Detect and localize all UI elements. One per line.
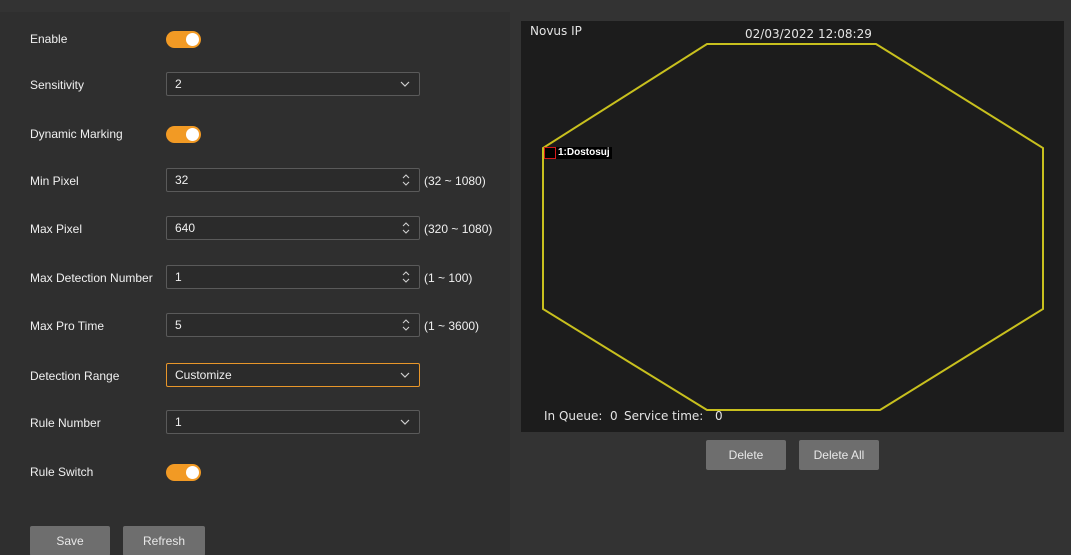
min-pixel-row: Min Pixel 32 (32 ~ 1080) bbox=[30, 168, 510, 194]
service-time-label: Service time: bbox=[624, 409, 704, 423]
settings-panel: Enable Sensitivity 2 Dynamic Marking Min… bbox=[0, 12, 510, 555]
rule-number-label: Rule Number bbox=[30, 416, 101, 430]
spinner-arrows-icon[interactable] bbox=[401, 170, 411, 190]
rule-number-select[interactable]: 1 bbox=[166, 410, 420, 434]
detection-region[interactable] bbox=[521, 21, 1064, 432]
service-time-value: 0 bbox=[715, 409, 723, 423]
save-button[interactable]: Save bbox=[30, 526, 110, 555]
rule-switch-label: Rule Switch bbox=[30, 465, 94, 479]
detection-range-value: Customize bbox=[175, 368, 232, 382]
max-pro-time-input[interactable]: 5 bbox=[166, 313, 420, 337]
max-pro-time-range: (1 ~ 3600) bbox=[424, 319, 480, 333]
toggle-knob bbox=[186, 466, 199, 479]
intrusion-settings-page: Enable Sensitivity 2 Dynamic Marking Min… bbox=[0, 0, 1071, 555]
detection-range-select[interactable]: Customize bbox=[166, 363, 420, 387]
detection-region-polygon[interactable] bbox=[542, 43, 1044, 411]
max-detection-number-row: Max Detection Number 1 (1 ~ 100) bbox=[30, 265, 510, 291]
rule-switch-row: Rule Switch bbox=[30, 459, 510, 485]
dynamic-marking-label: Dynamic Marking bbox=[30, 127, 123, 141]
rule-number-row: Rule Number 1 bbox=[30, 410, 510, 436]
enable-label: Enable bbox=[30, 32, 68, 46]
chevron-down-icon bbox=[400, 419, 410, 425]
queue-value: 0 bbox=[610, 409, 618, 423]
max-detection-number-value: 1 bbox=[175, 270, 182, 284]
sensitivity-row: Sensitivity 2 bbox=[30, 72, 510, 98]
max-pro-time-value: 5 bbox=[175, 318, 182, 332]
rule-switch-toggle[interactable] bbox=[166, 464, 201, 481]
max-detection-number-range: (1 ~ 100) bbox=[424, 271, 473, 285]
dynamic-marking-row: Dynamic Marking bbox=[30, 121, 510, 147]
detection-range-row: Detection Range Customize bbox=[30, 363, 510, 389]
video-preview[interactable]: Novus IP 02/03/2022 12:08:29 1:Dostosuj … bbox=[521, 21, 1064, 432]
queue-label: In Queue: bbox=[544, 409, 603, 423]
sensitivity-label: Sensitivity bbox=[30, 78, 85, 92]
refresh-button[interactable]: Refresh bbox=[123, 526, 205, 555]
max-detection-number-input[interactable]: 1 bbox=[166, 265, 420, 289]
rule-marker bbox=[544, 147, 556, 159]
max-pixel-input[interactable]: 640 bbox=[166, 216, 420, 240]
toggle-knob bbox=[186, 128, 199, 141]
sensitivity-select[interactable]: 2 bbox=[166, 72, 420, 96]
min-pixel-value: 32 bbox=[175, 173, 189, 187]
detection-range-label: Detection Range bbox=[30, 369, 120, 383]
min-pixel-range: (32 ~ 1080) bbox=[424, 174, 486, 188]
delete-all-button[interactable]: Delete All bbox=[799, 440, 879, 470]
max-pixel-range: (320 ~ 1080) bbox=[424, 222, 493, 236]
max-pixel-value: 640 bbox=[175, 221, 196, 235]
toggle-knob bbox=[186, 33, 199, 46]
rule-number-value: 1 bbox=[175, 415, 182, 429]
max-pro-time-label: Max Pro Time bbox=[30, 319, 105, 333]
max-detection-number-label: Max Detection Number bbox=[30, 271, 153, 285]
spinner-arrows-icon[interactable] bbox=[401, 267, 411, 287]
chevron-down-icon bbox=[400, 81, 410, 87]
min-pixel-label: Min Pixel bbox=[30, 174, 79, 188]
spinner-arrows-icon[interactable] bbox=[401, 315, 411, 335]
spinner-arrows-icon[interactable] bbox=[401, 218, 411, 238]
max-pro-time-row: Max Pro Time 5 (1 ~ 3600) bbox=[30, 313, 510, 339]
min-pixel-input[interactable]: 32 bbox=[166, 168, 420, 192]
chevron-down-icon bbox=[400, 372, 410, 378]
enable-row: Enable bbox=[30, 26, 510, 52]
sensitivity-value: 2 bbox=[175, 77, 182, 91]
rule-label: 1:Dostosuj bbox=[544, 147, 612, 159]
max-pixel-label: Max Pixel bbox=[30, 222, 83, 236]
max-pixel-row: Max Pixel 640 (320 ~ 1080) bbox=[30, 216, 510, 242]
enable-toggle[interactable] bbox=[166, 31, 201, 48]
rule-label-text: 1:Dostosuj bbox=[558, 147, 610, 158]
delete-button[interactable]: Delete bbox=[706, 440, 786, 470]
dynamic-marking-toggle[interactable] bbox=[166, 126, 201, 143]
